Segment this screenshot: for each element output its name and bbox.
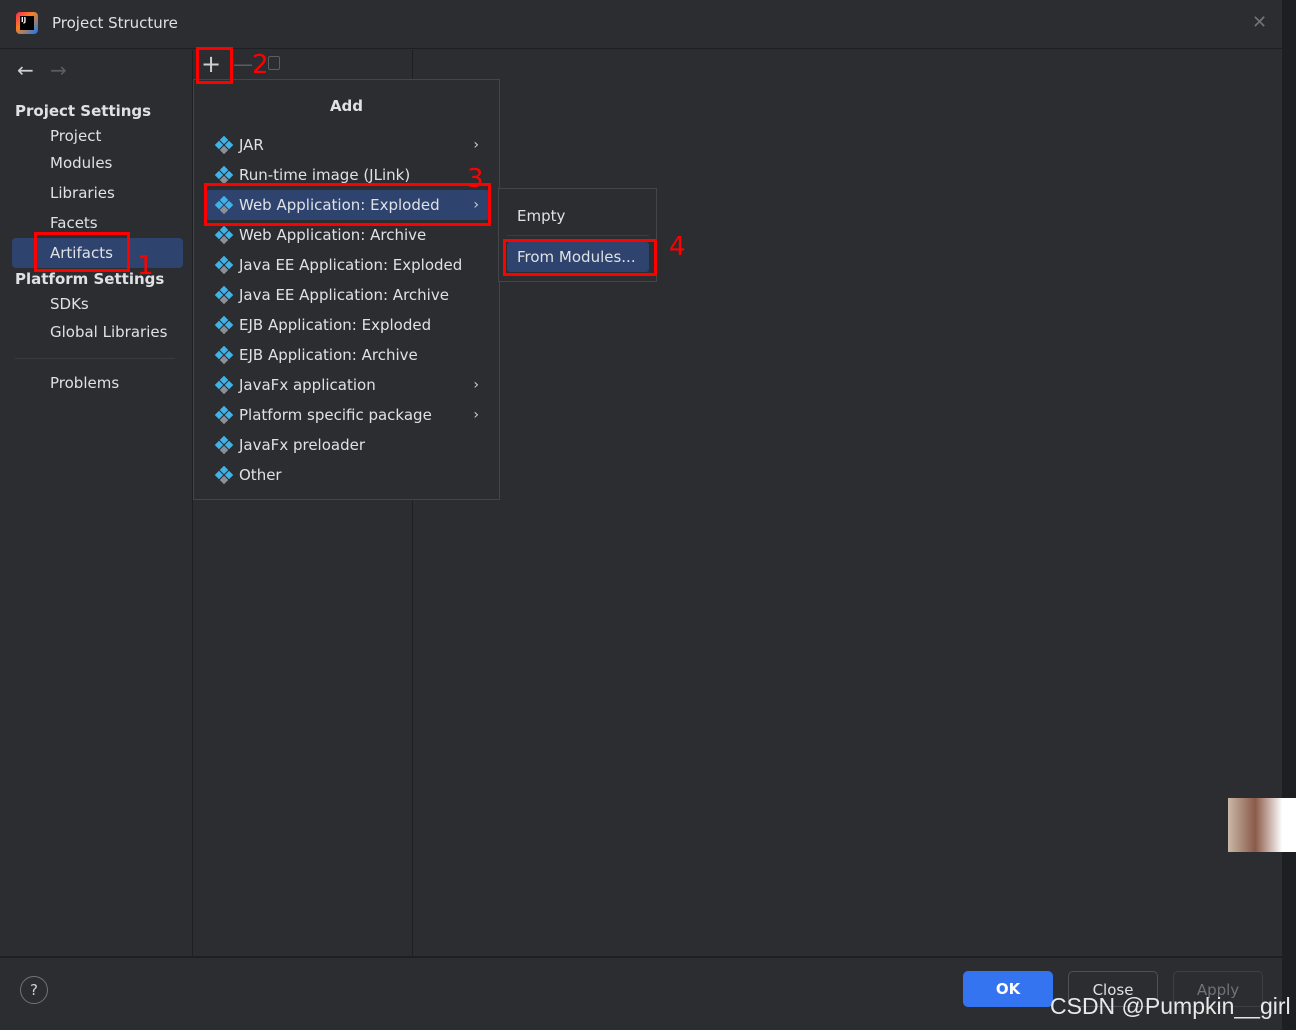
menu-item[interactable]: Platform specific package › — [206, 400, 489, 430]
menu-item[interactable]: Other — [206, 460, 489, 490]
annotation-number-4: 4 — [669, 232, 686, 262]
menu-title: Add — [329, 97, 364, 115]
sidebar-item-problems[interactable]: Problems — [50, 374, 119, 392]
artifact-icon — [214, 345, 234, 364]
submenu-divider — [507, 235, 649, 236]
sidebar-item-facets[interactable]: Facets — [50, 214, 98, 232]
artifact-icon — [214, 435, 234, 454]
help-button[interactable]: ? — [20, 976, 48, 1004]
menu-item-label: JAR — [239, 136, 264, 154]
watermark: CSDN @Pumpkin__girl — [1050, 993, 1291, 1019]
title-bar: IJ Project Structure ✕ — [0, 0, 1282, 49]
artifact-icon — [214, 285, 234, 304]
artifact-icon — [214, 225, 234, 244]
artifact-icon — [214, 405, 234, 424]
annotation-number-3: 3 — [467, 164, 484, 194]
ok-button[interactable]: OK — [963, 971, 1053, 1007]
menu-item[interactable]: EJB Application: Exploded — [206, 310, 489, 340]
sidebar-item-project[interactable]: Project — [50, 127, 101, 145]
sidebar-divider — [15, 358, 175, 359]
close-window-icon[interactable]: ✕ — [1252, 12, 1267, 33]
annotation-box-4 — [503, 239, 657, 276]
artifact-icon — [214, 165, 234, 184]
sidebar-item-sdks[interactable]: SDKs — [50, 295, 89, 313]
menu-item-label: Java EE Application: Archive — [239, 286, 449, 304]
chevron-right-icon: › — [473, 377, 479, 393]
menu-item-label: Java EE Application: Exploded — [239, 256, 463, 274]
menu-item[interactable]: JAR › — [206, 130, 489, 160]
menu-item-label: Empty — [517, 207, 566, 225]
back-arrow-icon[interactable]: ← — [17, 58, 34, 82]
menu-item[interactable]: EJB Application: Archive — [206, 340, 489, 370]
menu-item-label: EJB Application: Exploded — [239, 316, 432, 334]
project-settings-heading: Project Settings — [15, 102, 152, 120]
menu-item[interactable]: Java EE Application: Archive — [206, 280, 489, 310]
sidebar-item-global-libraries[interactable]: Global Libraries — [50, 323, 167, 341]
chevron-right-icon: › — [473, 407, 479, 423]
forward-arrow-icon[interactable]: → — [50, 58, 67, 82]
artifact-icon — [214, 375, 234, 394]
menu-item-label: Run-time image (JLink) — [239, 166, 411, 184]
annotation-box-1 — [34, 232, 130, 272]
menu-item-label: Web Application: Archive — [239, 226, 427, 244]
chevron-right-icon: › — [473, 137, 479, 153]
menu-item-label: Other — [239, 466, 282, 484]
artifact-icon — [214, 135, 234, 154]
thumbnail-image — [1228, 798, 1296, 852]
menu-item-label: JavaFx application — [239, 376, 376, 394]
artifact-icon — [214, 315, 234, 334]
copy-icon[interactable] — [268, 56, 280, 70]
menu-item-label: EJB Application: Archive — [239, 346, 418, 364]
intellij-logo-icon: IJ — [16, 12, 38, 34]
menu-item-empty[interactable]: Empty — [507, 201, 649, 231]
sidebar-item-modules[interactable]: Modules — [50, 154, 112, 172]
remove-icon[interactable]: — — [233, 52, 253, 76]
menu-item[interactable]: JavaFx preloader — [206, 430, 489, 460]
add-popup-menu: Add JAR › Run-time image (JLink) Web Applic… — [193, 79, 500, 500]
background-window-edge — [1282, 0, 1296, 1030]
menu-item[interactable]: Java EE Application: Exploded — [206, 250, 489, 280]
artifact-icon — [214, 465, 234, 484]
annotation-box-3 — [204, 183, 491, 226]
window-title: Project Structure — [52, 14, 178, 32]
menu-item[interactable]: JavaFx application › — [206, 370, 489, 400]
menu-item-label: Platform specific package — [239, 406, 432, 424]
annotation-number-1: 1 — [137, 251, 154, 281]
artifact-icon — [214, 255, 234, 274]
annotation-number-2: 2 — [252, 50, 269, 80]
annotation-box-2 — [196, 47, 233, 84]
sidebar-item-libraries[interactable]: Libraries — [50, 184, 115, 202]
menu-item-label: JavaFx preloader — [239, 436, 365, 454]
